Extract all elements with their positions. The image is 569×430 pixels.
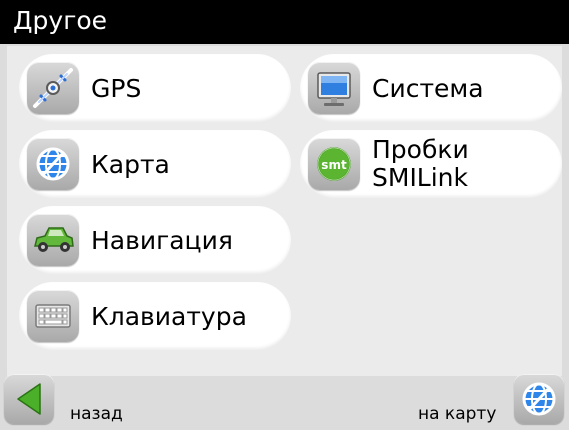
monitor-icon [308,62,360,114]
menu-item-keyboard-label: Клавиатура [91,301,247,331]
back-button[interactable] [4,374,54,424]
menu-item-traffic[interactable]: smt Пробки SMILink [300,130,562,198]
menu-item-traffic-label: Пробки SMILink [372,130,469,198]
back-label[interactable]: назад [70,404,123,424]
menu-item-system-label: Система [372,73,484,103]
to-map-label[interactable]: на карту [418,404,496,424]
menu-item-navigation[interactable]: Навигация [19,206,291,274]
menu-item-gps-label: GPS [91,73,142,103]
page-title: Другое [13,6,108,35]
menu-item-keyboard[interactable]: Клавиатура [19,282,291,350]
menu-item-map-label: Карта [91,149,170,179]
car-icon [27,214,79,266]
satellite-icon [27,62,79,114]
menu-item-navigation-label: Навигация [91,225,233,255]
to-map-button[interactable] [514,374,564,424]
menu-item-system[interactable]: Система [300,54,562,122]
menu-item-traffic-label-line2: SMILink [372,163,469,192]
menu-panel: GPS Карта Навигация Клавиатура Система s… [7,46,562,376]
footer-bar: назад на карту [0,374,569,430]
keyboard-icon [27,290,79,342]
globe-icon [27,138,79,190]
title-bar: Другое [0,0,569,44]
menu-item-traffic-label-line1: Пробки [372,135,469,164]
smilink-badge-text: smt [321,158,347,172]
menu-item-gps[interactable]: GPS [19,54,291,122]
smilink-icon: smt [308,138,360,190]
menu-item-map[interactable]: Карта [19,130,291,198]
